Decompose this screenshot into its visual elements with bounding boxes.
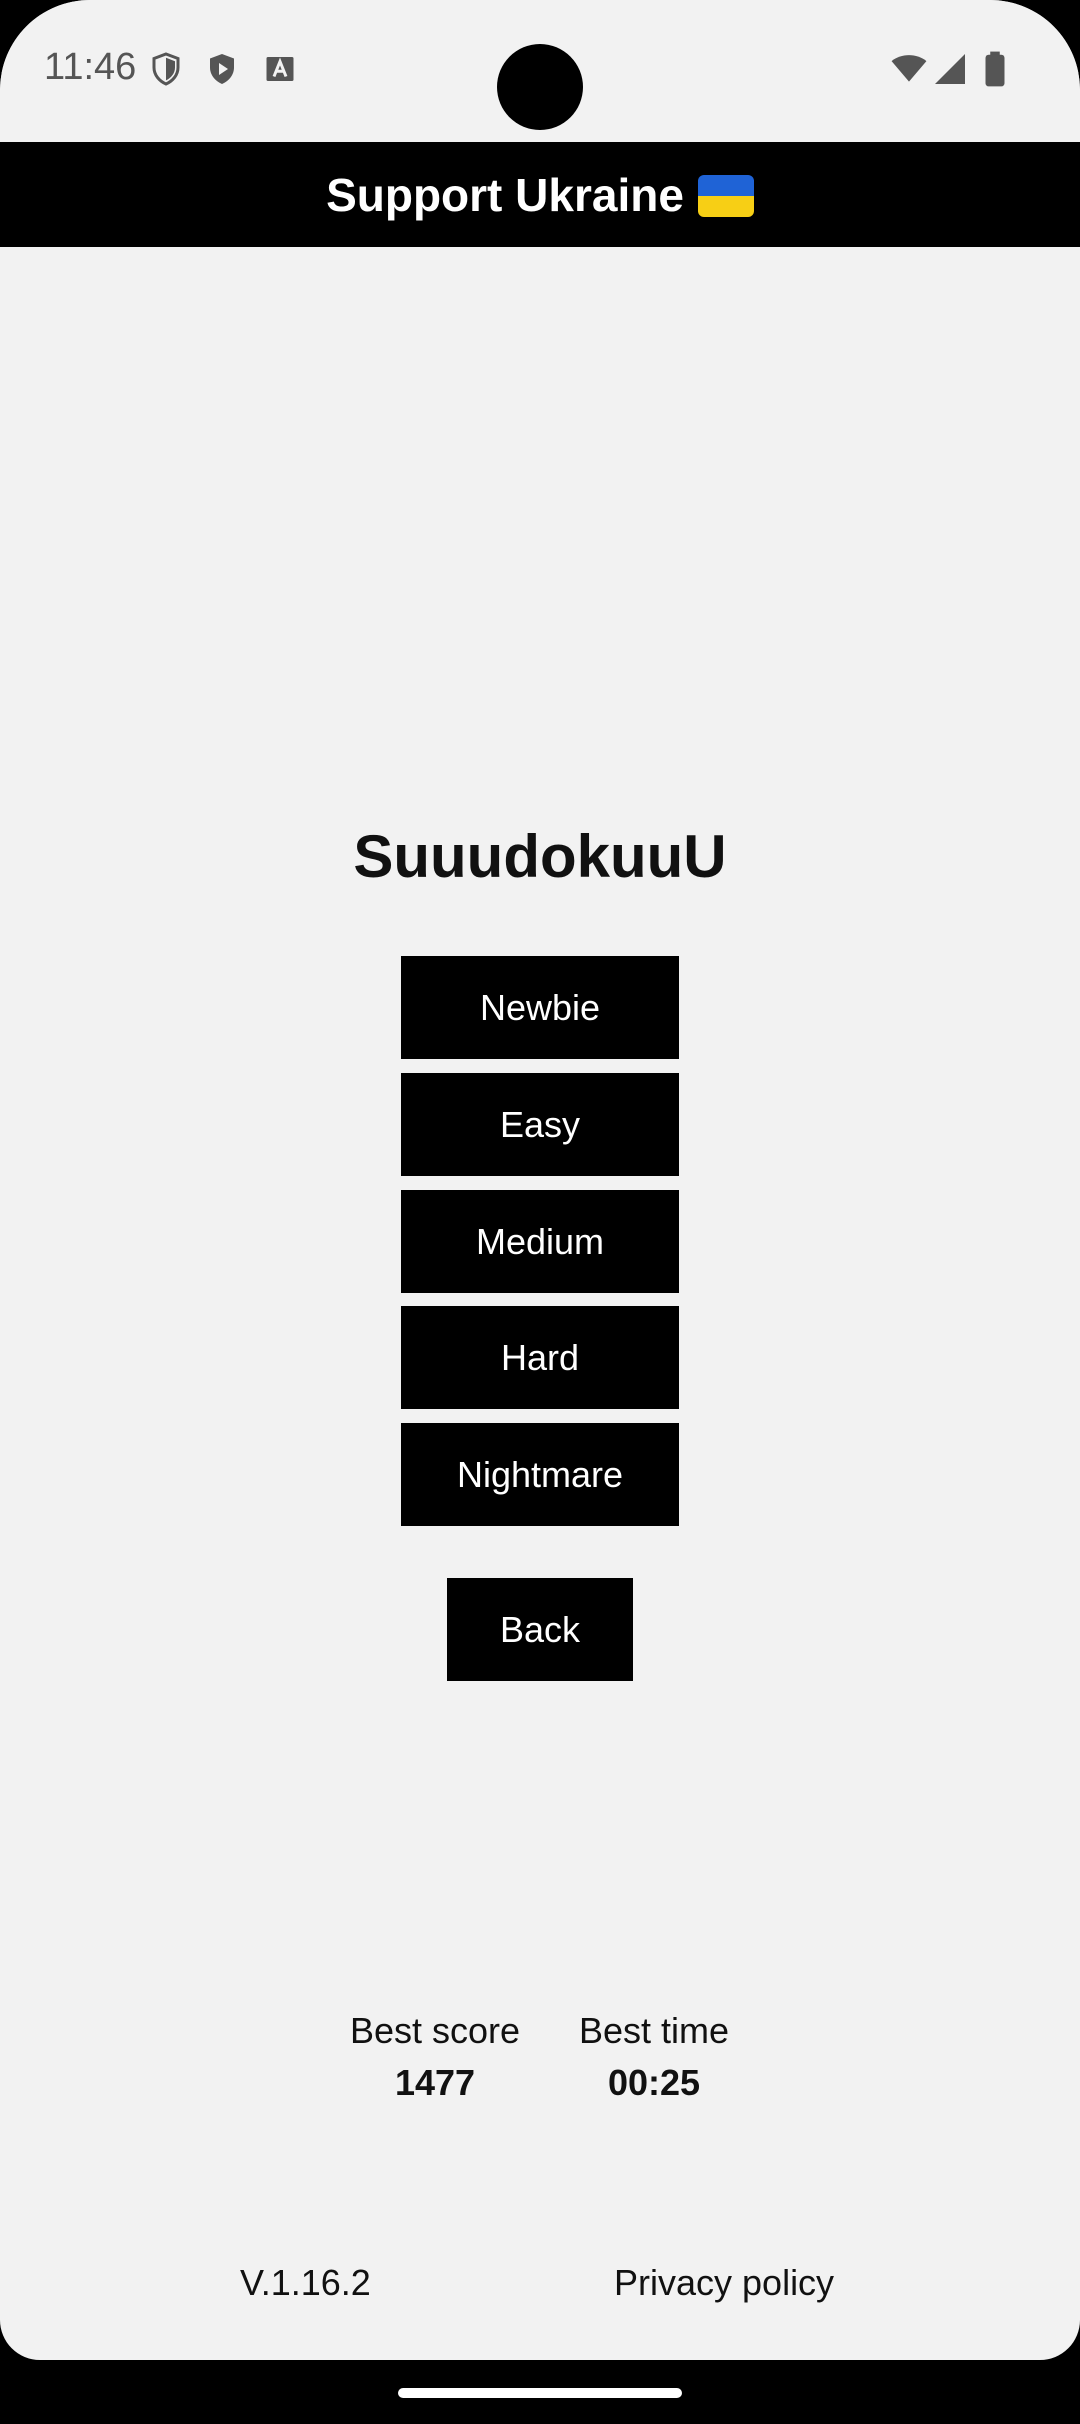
status-bar: 11:46 xyxy=(0,0,1080,142)
best-score-label: Best score xyxy=(349,2010,521,2051)
privacy-policy-link[interactable]: Privacy policy xyxy=(614,2262,834,2304)
difficulty-medium-button[interactable]: Medium xyxy=(401,1190,679,1293)
version-label: V.1.16.2 xyxy=(240,2262,371,2303)
front-camera xyxy=(497,44,583,130)
support-ukraine-banner[interactable]: Support Ukraine xyxy=(0,142,1080,247)
banner-label: Support Ukraine xyxy=(326,168,684,221)
difficulty-hard-button[interactable]: Hard xyxy=(401,1306,679,1409)
wifi-icon xyxy=(891,55,927,82)
battery-icon xyxy=(985,51,1005,87)
app-screen: 11:46 Support Ukraine SuuudokuuU Newbie … xyxy=(0,0,1080,2360)
banner-text: Support Ukraine xyxy=(326,168,754,222)
back-button[interactable]: Back xyxy=(447,1578,633,1681)
best-time-value: 00:25 xyxy=(607,2062,701,2103)
font-a-icon xyxy=(266,57,294,81)
gesture-bar[interactable] xyxy=(398,2388,682,2398)
difficulty-newbie-button[interactable]: Newbie xyxy=(401,956,679,1059)
play-store-icon xyxy=(210,54,234,84)
app-title: SuuudokuuU xyxy=(353,823,727,890)
difficulty-easy-button[interactable]: Easy xyxy=(401,1073,679,1176)
status-time: 11:46 xyxy=(44,46,137,88)
best-score-stat: Best score 1477 xyxy=(335,2010,535,2104)
best-time-label: Best time xyxy=(578,2010,730,2051)
signal-icon xyxy=(935,54,965,84)
shield-icon xyxy=(152,52,180,86)
difficulty-nightmare-button[interactable]: Nightmare xyxy=(401,1423,679,1526)
best-time-stat: Best time 00:25 xyxy=(554,2010,754,2104)
ukraine-flag-icon xyxy=(697,174,754,217)
best-score-value: 1477 xyxy=(394,2062,476,2103)
